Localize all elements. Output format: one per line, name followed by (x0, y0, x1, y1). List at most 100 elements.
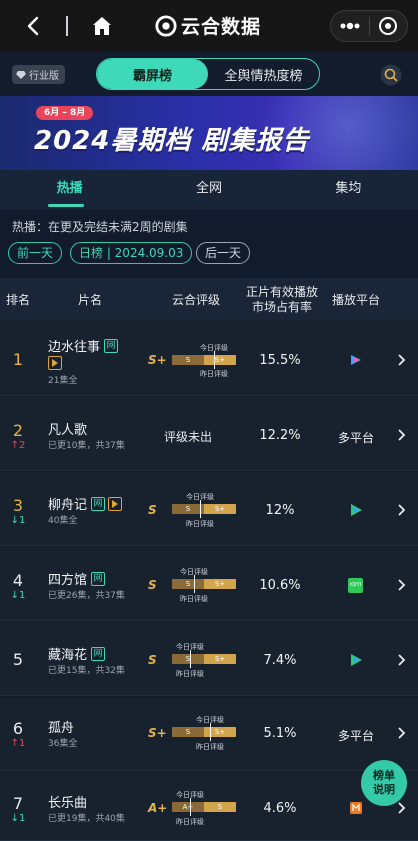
exclusive-play-badge (48, 356, 62, 370)
table-row[interactable]: 5 藏海花网 已更15集，共32集 S 今日评级 S S+ 昨日评级 7.4% (0, 622, 418, 696)
grade-marker (210, 723, 211, 741)
search-icon[interactable] (380, 64, 402, 86)
rank-trend: ↑2 (10, 440, 26, 451)
explanation-line1: 榜单 (373, 769, 395, 782)
active-tab-underline (48, 204, 84, 207)
grade-seg-right: S+ (204, 504, 236, 514)
grade-marker (200, 500, 201, 518)
episode-info: 已更15集，共32集 (48, 666, 125, 676)
table-row[interactable]: 6 ↑1 孤舟 36集全 S+ 今日评级 S S+ 昨日评级 5.1% 多平台 (0, 697, 418, 771)
grade-seg-right: S+ (204, 355, 236, 365)
grade-bar: S S+ (172, 355, 236, 365)
industry-tag-label: 行业版 (29, 71, 59, 82)
platform-multi: 多平台 (337, 729, 374, 743)
header-platform: 播放平台 (331, 293, 380, 307)
iqiyi-icon: iQIYI (348, 578, 363, 593)
current-date-selector[interactable]: 日榜 | 2024.09.03 (70, 242, 193, 264)
header-title: 片名 (77, 293, 102, 307)
grade-value: S (148, 653, 157, 667)
chevron-right-icon (398, 654, 406, 666)
grade-value: S (148, 578, 157, 592)
rank-trend: ↓1 (10, 813, 26, 824)
grade-seg-left: A+ (172, 802, 204, 812)
episode-info: 40集全 (48, 516, 78, 526)
drama-title-text: 孤舟 (48, 721, 75, 736)
market-share: 10.6% (259, 578, 301, 593)
chevron-right-icon (398, 354, 406, 366)
table-row[interactable]: 1 边水往事网 21集全 S+ 今日评级 S S+ 昨日评级 15.5% (0, 320, 418, 396)
platform-multi: 多平台 (337, 431, 374, 445)
rank-trend: ↓1 (10, 590, 26, 601)
drama-title: 藏海花网 (48, 644, 106, 663)
episode-info: 已更26集，共37集 (48, 591, 125, 601)
rank-number: 3 (12, 496, 24, 515)
grade-seg-left: S (172, 654, 204, 664)
rank-number: 7 (12, 794, 24, 813)
grade-seg-left: S (172, 355, 204, 365)
app-title-text: 云合数据 (181, 16, 262, 38)
rank-number: 2 (12, 421, 24, 440)
rank-number: 6 (12, 719, 24, 738)
grade-seg-left: S (172, 727, 204, 737)
rank-trend: ↓1 (10, 515, 26, 526)
table-row[interactable]: 3 ↓1 柳舟记网 40集全 S 今日评级 S S+ 昨日评级 12% (0, 472, 418, 546)
top-navigation-bar: 云合数据 (0, 0, 418, 52)
market-share: 15.5% (259, 353, 301, 368)
tencent-video-icon (351, 504, 362, 516)
chart-explanation-button[interactable]: 榜单 说明 (361, 760, 407, 806)
market-share: 12% (265, 503, 295, 518)
grade-bar: S S+ (172, 579, 236, 589)
rank-number: 5 (12, 650, 24, 669)
drama-title: 柳舟记网 (48, 494, 123, 513)
prev-day-button[interactable]: 前一天 (8, 242, 63, 264)
market-share: 5.1% (263, 726, 297, 741)
network-badge: 网 (91, 646, 106, 661)
tab-dominant-chart[interactable]: 霸屏榜 (97, 59, 208, 89)
chevron-right-icon (398, 802, 406, 814)
summer-report-banner[interactable]: 6月 – 8月 2024暑期档 剧集报告 (0, 96, 418, 170)
tab-hot[interactable]: 热播 (0, 170, 139, 210)
episode-info: 已更19集，共40集 (48, 814, 125, 824)
tencent-video-icon (351, 654, 362, 666)
tab-public-opinion-chart[interactable]: 全舆情热度榜 (208, 59, 319, 89)
drama-title: 孤舟 (48, 717, 74, 736)
rank-number: 1 (12, 350, 24, 369)
filter-row: 行业版 霸屏榜 全舆情热度榜 (0, 52, 418, 96)
grade-bar: A+ S (172, 802, 236, 812)
grade-yesterday-label: 昨日评级 (196, 743, 224, 751)
grade-marker (194, 575, 195, 593)
tab-per-episode[interactable]: 集均 (279, 170, 418, 210)
market-share: 12.2% (259, 428, 301, 443)
table-header: 排名 片名 云合评级 正片有效播放 市场占有率 播放平台 (0, 278, 418, 320)
home-icon[interactable] (90, 14, 114, 38)
chart-description: 热播：在更及完结未满2周的剧集 (12, 220, 188, 234)
grade-value: S+ (148, 726, 167, 740)
table-row[interactable]: 4 ↓1 四方馆网 已更26集，共37集 S 今日评级 S S+ 昨日评级 10.… (0, 547, 418, 621)
grade-yesterday-label: 昨日评级 (180, 595, 208, 603)
grade-yesterday-label: 昨日评级 (176, 670, 204, 678)
industry-version-tag[interactable]: 行业版 (12, 65, 65, 84)
drama-title: 长乐曲 (48, 792, 87, 811)
grade-value: S+ (148, 353, 167, 367)
grade-seg-left: S (172, 579, 204, 589)
network-badge: 网 (91, 571, 106, 586)
drama-title-text: 柳舟记 (48, 498, 88, 513)
close-mini-program-button[interactable] (369, 11, 407, 41)
tab-hot-label: 热播 (56, 181, 83, 196)
header-grade: 云合评级 (171, 293, 220, 307)
drama-title-text: 凡人歌 (48, 423, 88, 438)
tab-all-network-label: 全网 (195, 181, 222, 196)
table-row[interactable]: 7 ↓1 长乐曲 已更19集，共40集 A+ 今日评级 A+ S 昨日评级 4.6… (0, 772, 418, 841)
next-day-button[interactable]: 后一天 (196, 242, 251, 264)
grade-bar: S S+ (172, 727, 236, 737)
market-share: 7.4% (263, 653, 297, 668)
explanation-line2: 说明 (373, 783, 395, 796)
grade-seg-right: S+ (204, 579, 236, 589)
back-arrow-icon[interactable] (22, 14, 46, 38)
more-options-button[interactable] (331, 11, 369, 41)
table-row[interactable]: 2 ↑2 凡人歌 已更10集，共37集 评级未出 12.2% 多平台 (0, 397, 418, 471)
drama-title: 凡人歌 (48, 419, 87, 438)
tab-all-network[interactable]: 全网 (139, 170, 278, 210)
episode-info: 21集全 (48, 376, 78, 386)
grade-bar: S S+ (172, 654, 236, 664)
